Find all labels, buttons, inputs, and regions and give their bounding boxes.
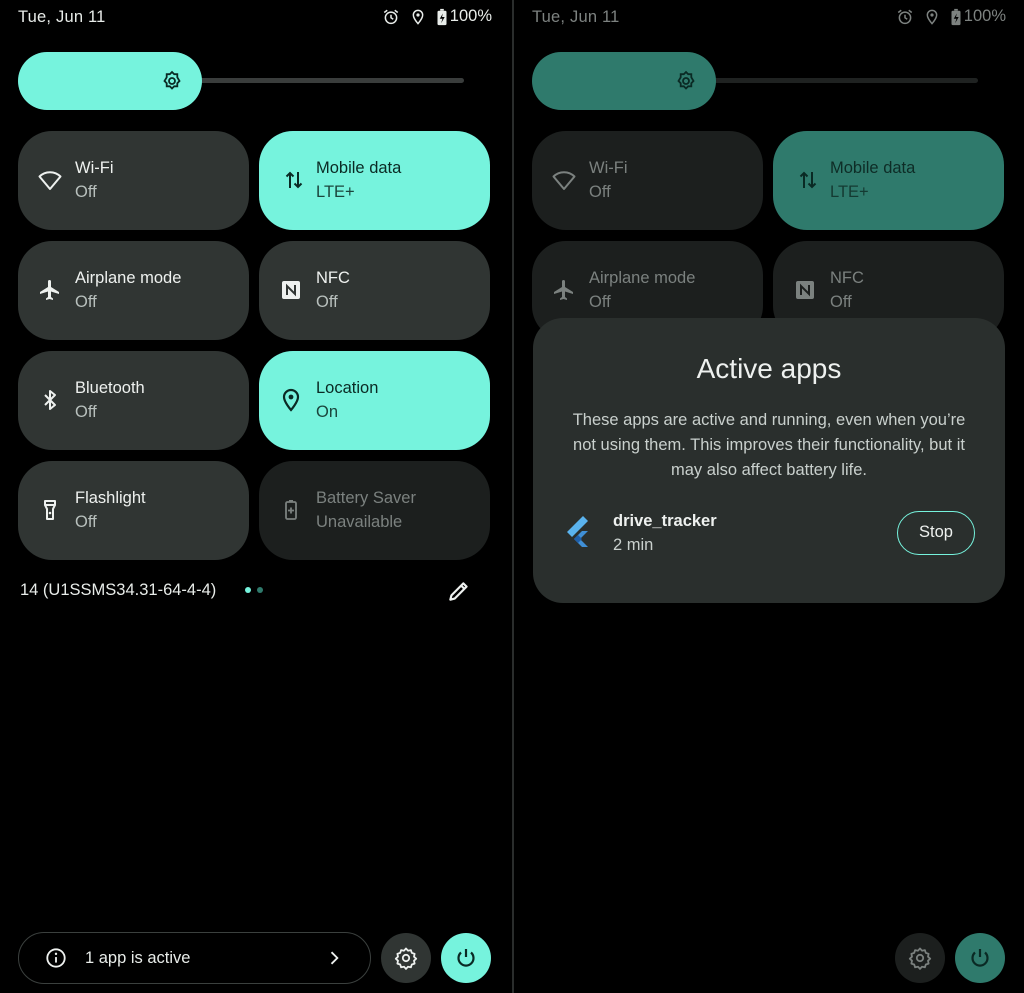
settings-icon xyxy=(394,947,418,970)
tile-subtitle: Off xyxy=(830,293,852,311)
alarm-icon xyxy=(383,9,398,24)
tile-subtitle: On xyxy=(316,403,339,421)
tile-title: NFC xyxy=(830,269,864,287)
tile-subtitle: Off xyxy=(75,403,97,421)
tile-subtitle: Off xyxy=(316,293,338,311)
app-time: 2 min xyxy=(613,536,654,554)
tile-subtitle: Unavailable xyxy=(316,513,403,531)
tile-bluetooth[interactable]: Bluetooth Off xyxy=(18,351,249,450)
location-icon xyxy=(282,388,300,412)
page-dot-active xyxy=(245,587,251,593)
tile-title: NFC xyxy=(316,269,350,287)
status-date: Tue, Jun 11 xyxy=(532,8,620,26)
battery-charging-icon xyxy=(951,8,961,25)
wifi-icon xyxy=(552,171,576,190)
location-pin-icon xyxy=(926,9,938,25)
tile-location[interactable]: Location On xyxy=(259,351,490,450)
tile-wifi[interactable]: Wi-Fi Off xyxy=(18,131,249,230)
tile-subtitle: Off xyxy=(75,293,97,311)
brightness-slider-track xyxy=(704,78,978,83)
page-indicator xyxy=(245,587,263,593)
app-name: drive_tracker xyxy=(613,512,717,530)
tile-flashlight[interactable]: Flashlight Off xyxy=(18,461,249,560)
power-button[interactable] xyxy=(441,933,491,983)
info-icon xyxy=(46,948,66,968)
alarm-icon xyxy=(897,9,912,24)
power-icon xyxy=(457,949,475,967)
dialog-title: Active apps xyxy=(696,353,842,384)
battery-charging-icon xyxy=(437,8,447,25)
active-apps-label: 1 app is active xyxy=(85,949,191,967)
airplane-icon xyxy=(40,280,59,300)
power-button xyxy=(955,933,1005,983)
quick-settings-panel-dimmed: Tue, Jun 11 100% Wi-Fi Off Mobile data L… xyxy=(514,0,1024,993)
battery-percent: 100% xyxy=(449,7,492,25)
tile-title: Airplane mode xyxy=(589,269,696,287)
tile-wifi: Wi-Fi Off xyxy=(532,131,763,230)
status-icons: 100% xyxy=(382,7,492,26)
battery-indicator: 100% xyxy=(950,7,1006,26)
tile-subtitle: LTE+ xyxy=(830,183,869,201)
chevron-right-icon xyxy=(330,951,339,965)
tile-title: Wi-Fi xyxy=(75,159,114,177)
dialog-body: These apps are active and running, even … xyxy=(572,411,966,479)
stop-button[interactable]: Stop xyxy=(897,511,975,555)
battery-percent: 100% xyxy=(963,7,1006,25)
wifi-icon xyxy=(38,171,62,190)
tile-subtitle: Off xyxy=(75,183,97,201)
mobile-data-icon xyxy=(285,171,303,189)
settings-button[interactable] xyxy=(381,933,431,983)
tile-subtitle: Off xyxy=(75,513,97,531)
status-icons: 100% xyxy=(896,7,1006,26)
brightness-icon xyxy=(163,70,181,90)
tile-battery-saver[interactable]: Battery Saver Unavailable xyxy=(259,461,490,560)
tile-title: Airplane mode xyxy=(75,269,182,287)
tile-title: Location xyxy=(316,379,379,397)
tile-airplane-mode[interactable]: Airplane mode Off xyxy=(18,241,249,340)
settings-button xyxy=(895,933,945,983)
tile-title: Bluetooth xyxy=(75,379,145,397)
edit-pencil-icon[interactable] xyxy=(446,578,472,604)
active-apps-dialog: Active apps These apps are active and ru… xyxy=(533,318,1005,603)
tile-mobile-data: Mobile data LTE+ xyxy=(773,131,1004,230)
tile-title: Wi-Fi xyxy=(589,159,628,177)
tile-subtitle: Off xyxy=(589,183,611,201)
settings-icon xyxy=(908,947,932,970)
tile-title: Mobile data xyxy=(316,159,402,177)
tile-title: Flashlight xyxy=(75,489,146,507)
mobile-data-icon xyxy=(799,171,817,189)
tile-subtitle: LTE+ xyxy=(316,183,355,201)
status-date: Tue, Jun 11 xyxy=(18,8,106,26)
tile-nfc[interactable]: NFC Off xyxy=(259,241,490,340)
flutter-icon xyxy=(567,516,588,547)
nfc-icon xyxy=(796,281,814,299)
tile-subtitle: Off xyxy=(589,293,611,311)
nfc-icon xyxy=(282,281,300,299)
quick-settings-panel: Tue, Jun 11 100% Wi-Fi Off Mobile data L… xyxy=(0,0,512,993)
tile-title: Battery Saver xyxy=(316,489,416,507)
battery-saver-icon xyxy=(285,500,297,520)
active-apps-button[interactable]: 1 app is active xyxy=(18,932,371,984)
battery-indicator: 100% xyxy=(436,7,492,26)
tile-title: Mobile data xyxy=(830,159,916,177)
bluetooth-icon xyxy=(44,390,56,410)
location-pin-icon xyxy=(412,9,424,25)
flashlight-icon xyxy=(44,500,56,520)
build-number[interactable]: 14 (U1SSMS34.31-64-4-4) xyxy=(20,581,216,600)
airplane-icon xyxy=(554,280,573,300)
brightness-icon xyxy=(677,70,695,90)
page-dot xyxy=(257,587,263,593)
brightness-slider-track[interactable] xyxy=(190,78,464,83)
power-icon xyxy=(971,949,989,967)
tile-mobile-data[interactable]: Mobile data LTE+ xyxy=(259,131,490,230)
